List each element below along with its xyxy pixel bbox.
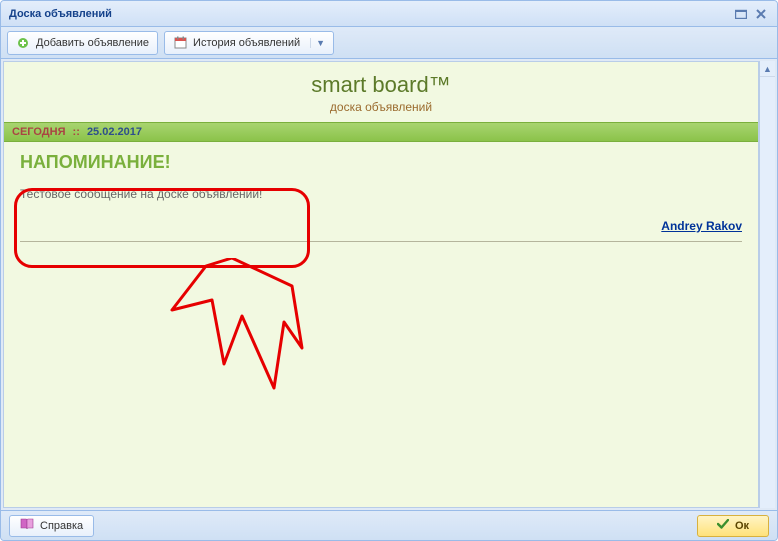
window-title: Доска объявлений [9,8,729,20]
post: НАПОМИНАНИЕ! Тестовое сообщение на доске… [4,142,758,215]
add-announcement-label: Добавить объявление [36,37,149,49]
board-subtitle: доска объявлений [4,100,758,114]
close-icon[interactable] [753,6,769,22]
help-label: Справка [40,520,83,532]
post-body: Тестовое сообщение на доске объявлений! [20,187,742,201]
post-title: НАПОМИНАНИЕ! [20,152,742,173]
dropdown-arrow-icon[interactable]: ▼ [310,38,325,48]
history-button[interactable]: История объявлений ▼ [164,31,334,55]
check-icon [717,519,729,532]
post-author-row: Andrey Rakov [4,215,758,239]
scroll-up-icon[interactable]: ▲ [760,61,775,77]
board-area: smart board™ доска объявлений СЕГОДНЯ ::… [3,61,759,508]
titlebar[interactable]: Доска объявлений [1,1,777,27]
toolbar: Добавить объявление История объявлений ▼ [1,27,777,59]
scrollbar[interactable]: ▲ [759,61,775,508]
bottombar: Справка Ок [1,510,777,540]
history-label: История объявлений [193,37,300,49]
separator: :: [69,126,82,138]
help-button[interactable]: Справка [9,515,94,537]
ok-label: Ок [735,520,749,532]
post-author-link[interactable]: Andrey Rakov [661,219,742,233]
board-title: smart board™ [4,72,758,98]
bulletin-board-window: Доска объявлений Добавить объявление Ист… [0,0,778,541]
ok-button[interactable]: Ок [697,515,769,537]
calendar-icon [173,36,187,50]
board-header: smart board™ доска объявлений [4,62,758,122]
add-announcement-button[interactable]: Добавить объявление [7,31,158,55]
date-label: СЕГОДНЯ [12,126,65,138]
annotation-arrow-icon [164,258,314,438]
date-bar: СЕГОДНЯ :: 25.02.2017 [4,122,758,142]
divider [20,241,742,242]
book-icon [20,518,34,533]
plus-icon [16,36,30,50]
content-area: smart board™ доска объявлений СЕГОДНЯ ::… [1,59,777,510]
maximize-icon[interactable] [733,6,749,22]
date-value: 25.02.2017 [87,126,142,138]
